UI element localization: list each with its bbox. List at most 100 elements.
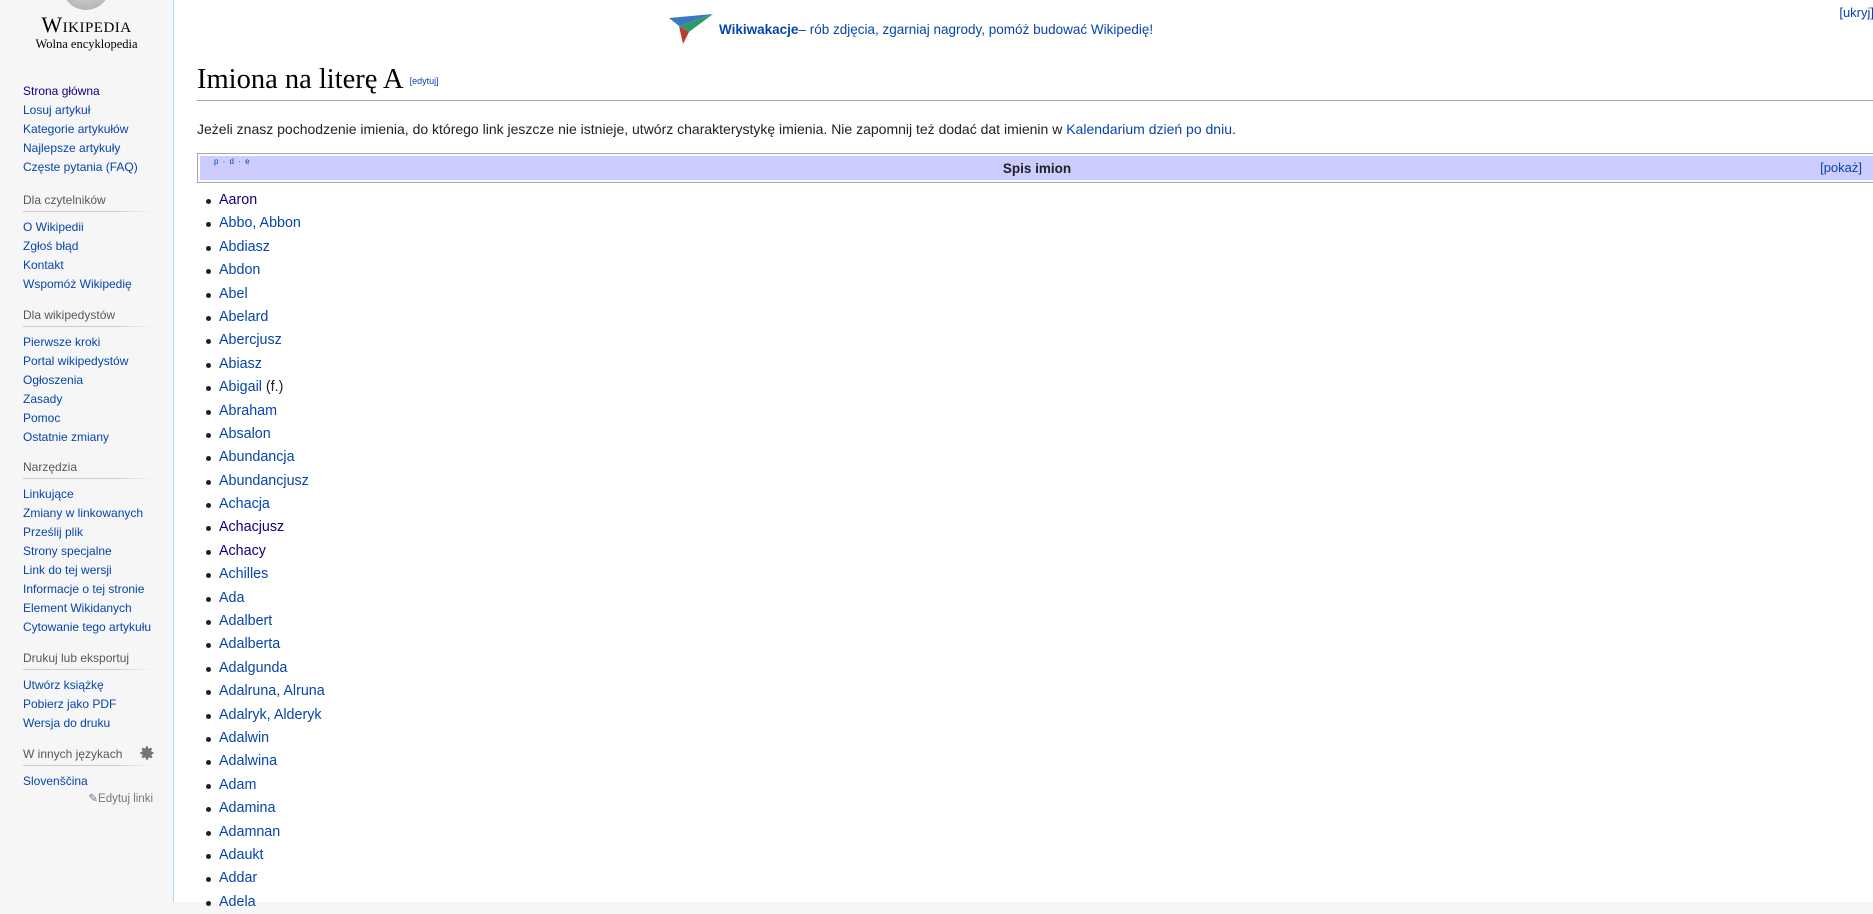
- sidebar-editors-link[interactable]: Pomoc: [23, 411, 60, 425]
- sidebar-readers-link[interactable]: Kontakt: [23, 258, 64, 272]
- name-link[interactable]: Adalryk, Alderyk: [219, 707, 322, 723]
- name-link[interactable]: Abiasz: [219, 356, 262, 372]
- name-link[interactable]: Achilles: [219, 566, 268, 582]
- edit-links[interactable]: ✎Edytuj linki: [23, 791, 153, 805]
- site-notice[interactable]: Wikiwakacje – rób zdjęcia, zgarniaj nagr…: [669, 14, 1153, 44]
- sidebar-editors-link-item: Pierwsze kroki: [23, 333, 153, 352]
- list-item: Ada: [197, 587, 325, 610]
- sidebar-tools-link[interactable]: Link do tej wersji: [23, 563, 112, 577]
- name-link[interactable]: Adalbert: [219, 613, 272, 629]
- name-link[interactable]: Abdiasz: [219, 239, 270, 255]
- name-link[interactable]: Adalwin: [219, 730, 269, 746]
- hide-notice-link[interactable]: [ukryj]: [1839, 5, 1873, 20]
- sidebar-print-link[interactable]: Wersja do druku: [23, 716, 110, 730]
- name-link[interactable]: Addar: [219, 870, 257, 886]
- globe-icon: [62, 0, 110, 10]
- name-link[interactable]: Adaukt: [219, 847, 264, 863]
- sidebar-readers-link[interactable]: Wspomóż Wikipedię: [23, 277, 132, 291]
- wikipedia-logo[interactable]: Wikipedia Wolna encyklopedia: [0, 0, 173, 60]
- sidebar-print-link-item: Utwórz książkę: [23, 676, 153, 695]
- page-title-text: Imiona na literę A: [197, 64, 404, 95]
- list-item: Adalbert: [197, 610, 325, 633]
- sidebar-tools-link[interactable]: Prześlij plik: [23, 525, 83, 539]
- list-item: Aaron: [197, 189, 325, 212]
- list-item: Abbo, Abbon: [197, 212, 325, 235]
- name-link[interactable]: Abundancjusz: [219, 473, 309, 489]
- edit-section-link[interactable]: [edytuj]: [410, 76, 439, 86]
- intro-paragraph: Jeżeli znasz pochodzenie imienia, do któ…: [197, 121, 1236, 137]
- sidebar-editors-link-item: Zasady: [23, 390, 153, 409]
- sidebar-readers-link[interactable]: O Wikipedii: [23, 220, 84, 234]
- sidebar-main-link[interactable]: Strona główna: [23, 84, 100, 98]
- sidebar-editors-link[interactable]: Pierwsze kroki: [23, 335, 100, 349]
- sidebar-print-link[interactable]: Pobierz jako PDF: [23, 697, 116, 711]
- name-link[interactable]: Abbo, Abbon: [219, 215, 301, 231]
- portal-heading-readers: Dla czytelników: [23, 193, 153, 212]
- name-link[interactable]: Abercjusz: [219, 332, 282, 348]
- sidebar-editors-link[interactable]: Ostatnie zmiany: [23, 430, 109, 444]
- list-item: Adamnan: [197, 821, 325, 844]
- list-item: Abel: [197, 283, 325, 306]
- sidebar-print-links: Utwórz książkę Pobierz jako PDF Wersja do …: [23, 676, 153, 733]
- name-link[interactable]: Abundancja: [219, 449, 295, 465]
- sidebar-tools-link[interactable]: Informacje o tej stronie: [23, 582, 144, 596]
- name-link[interactable]: Adamina: [219, 800, 275, 816]
- name-link[interactable]: Achacja: [219, 496, 270, 512]
- portal-heading-print: Drukuj lub eksportuj: [23, 651, 153, 670]
- name-link[interactable]: Adalberta: [219, 636, 280, 652]
- sidebar-main-link-item: Kategorie artykułów: [23, 120, 153, 139]
- sidebar-main-link-item: Losuj artykuł: [23, 101, 153, 120]
- name-link[interactable]: Adamnan: [219, 824, 280, 840]
- name-link[interactable]: Adalgunda: [219, 660, 287, 676]
- sidebar-editors-link[interactable]: Ogłoszenia: [23, 373, 83, 387]
- sidebar-tools-link[interactable]: Cytowanie tego artykułu: [23, 620, 151, 634]
- name-link[interactable]: Adalwina: [219, 753, 277, 769]
- sidebar-readers-link[interactable]: Zgłoś błąd: [23, 239, 78, 253]
- navbox: p · d · e Spis imion [pokaż]: [197, 153, 1873, 183]
- list-item: Absalon: [197, 423, 325, 446]
- sidebar-tools-link-item: Link do tej wersji: [23, 561, 153, 580]
- logo-tagline: Wolna encyklopedia: [35, 37, 138, 51]
- name-link[interactable]: Ada: [219, 590, 244, 606]
- calendar-link[interactable]: Kalendarium dzień po dniu: [1066, 121, 1232, 137]
- name-link[interactable]: Abel: [219, 286, 248, 302]
- sidebar-tools-link[interactable]: Strony specjalne: [23, 544, 112, 558]
- list-item: Abigail (f.): [197, 376, 325, 399]
- sidebar-language-link[interactable]: Slovenščina: [23, 774, 88, 788]
- sidebar-main-link[interactable]: Losuj artykuł: [23, 103, 90, 117]
- sidebar-main-link[interactable]: Najlepsze artykuły: [23, 141, 120, 155]
- main-navigation: Strona główna Losuj artykuł Kategorie arty…: [23, 82, 153, 177]
- sidebar-editors-link-item: Ogłoszenia: [23, 371, 153, 390]
- name-link[interactable]: Absalon: [219, 426, 271, 442]
- sidebar-tools-link[interactable]: Linkujące: [23, 487, 74, 501]
- sidebar-readers-link-item: Kontakt: [23, 256, 153, 275]
- sidebar-tools-link[interactable]: Zmiany w linkowanych: [23, 506, 143, 520]
- list-item: Abdon: [197, 259, 325, 282]
- sidebar-tools-link-item: Element Wikidanych: [23, 599, 153, 618]
- sidebar-main-link[interactable]: Kategorie artykułów: [23, 122, 128, 136]
- sidebar-language-links: Slovenščina: [23, 772, 153, 791]
- navbox-title: Spis imion: [1002, 161, 1072, 176]
- name-link[interactable]: Achacy: [219, 543, 266, 559]
- name-link[interactable]: Adam: [219, 777, 256, 793]
- list-item: Abdiasz: [197, 236, 325, 259]
- name-link[interactable]: Abelard: [219, 309, 268, 325]
- sidebar-editors-link[interactable]: Zasady: [23, 392, 62, 406]
- sidebar-print-link[interactable]: Utwórz książkę: [23, 678, 104, 692]
- sidebar-main-link[interactable]: Częste pytania (FAQ): [23, 160, 138, 174]
- sidebar-main-link-item: Częste pytania (FAQ): [23, 158, 153, 177]
- name-link[interactable]: Abdon: [219, 262, 260, 278]
- gear-icon[interactable]: [139, 745, 155, 761]
- sidebar-editors-link[interactable]: Portal wikipedystów: [23, 354, 128, 368]
- name-link[interactable]: Adalruna, Alruna: [219, 683, 325, 699]
- name-link[interactable]: Achacjusz: [219, 519, 284, 535]
- navbox-toggle[interactable]: [pokaż]: [1820, 160, 1862, 175]
- list-item: Adalwin: [197, 727, 325, 750]
- name-link[interactable]: Abraham: [219, 403, 277, 419]
- list-item: Adela: [197, 891, 325, 914]
- sidebar-tools-link[interactable]: Element Wikidanych: [23, 601, 132, 615]
- sidebar-tools-link-item: Linkujące: [23, 485, 153, 504]
- name-link[interactable]: Aaron: [219, 192, 257, 208]
- name-link[interactable]: Abigail: [219, 379, 262, 395]
- sidebar-tools-link-item: Zmiany w linkowanych: [23, 504, 153, 523]
